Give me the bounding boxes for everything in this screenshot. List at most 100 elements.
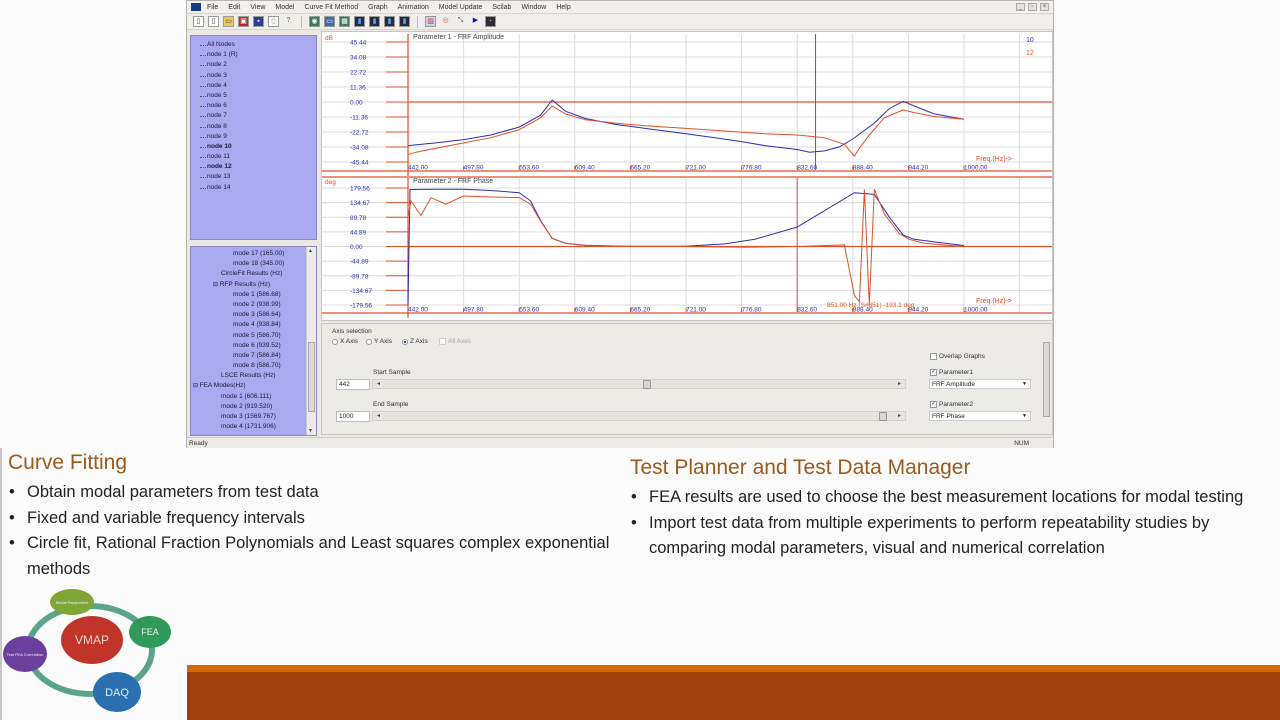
collapse-icon[interactable]: ⊟ xyxy=(213,282,220,288)
results-tree-item[interactable]: mode 4 (938.84) xyxy=(191,320,284,330)
results-tree-item[interactable]: mode 2 (938.99) xyxy=(191,300,284,310)
chart-title: Parameter 1 - FRF Amplitude xyxy=(413,34,504,41)
results-tree-item[interactable]: mode 17 (165.00) xyxy=(191,249,284,259)
tree-item-node[interactable]: node 14 xyxy=(197,183,316,193)
parameter2-checkbox[interactable]: ✓ Parameter2 xyxy=(930,401,973,408)
tree-item-node[interactable]: node 9 xyxy=(197,132,316,142)
results-tree-item[interactable]: mode 7 (586.84) xyxy=(191,351,284,361)
play-icon[interactable]: ▶ xyxy=(470,16,481,27)
results-tree-item[interactable]: mode 18 (345.00) xyxy=(191,259,284,269)
results-tree-item[interactable]: ⊟ FEA Modes(Hz) xyxy=(191,381,284,391)
results-tree-item[interactable]: mode 3 (586.64) xyxy=(191,310,284,320)
tree-item-all-nodes[interactable]: All Nodes xyxy=(197,40,316,50)
tree-item-node[interactable]: node 13 xyxy=(197,172,316,182)
results-tree-item[interactable]: LSCE Results (Hz) xyxy=(191,371,284,381)
menu-scilab[interactable]: Scilab xyxy=(492,4,511,11)
y-tick-label: -11.36 xyxy=(350,115,368,122)
open-folder-icon[interactable]: ▭ xyxy=(223,16,234,27)
x-axis-radio[interactable]: X Axis xyxy=(332,338,358,345)
view-icon[interactable]: ◉ xyxy=(309,16,320,27)
record-icon[interactable]: • xyxy=(485,16,496,27)
tree-item-node[interactable]: node 12 xyxy=(197,162,316,172)
fit-icon[interactable]: ⤡ xyxy=(455,16,466,27)
print-icon[interactable]: ⎙ xyxy=(268,16,279,27)
model-icon[interactable]: ▣ xyxy=(238,16,249,27)
results-tree-label: mode 18 (345.00) xyxy=(233,260,285,268)
results-tree-label: mode 4 (1731.906) xyxy=(221,423,276,431)
status-bar: Ready NUM xyxy=(187,437,1053,448)
scrollbar-thumb[interactable] xyxy=(1043,342,1050,417)
results-tree-item[interactable]: mode 3 (1569.767) xyxy=(191,412,284,422)
save-icon[interactable]: ▪ xyxy=(253,16,264,27)
results-tree-item[interactable]: mode 1 (586.68) xyxy=(191,290,284,300)
tree-item-node[interactable]: node 7 xyxy=(197,111,316,121)
results-tree-item[interactable]: mode 6 (939.52) xyxy=(191,341,284,351)
tree-item-node[interactable]: node 8 xyxy=(197,122,316,132)
slider-thumb[interactable] xyxy=(879,412,887,421)
copy-icon[interactable]: ▯ xyxy=(208,16,219,27)
menu-help[interactable]: Help xyxy=(556,4,570,11)
results-tree-label: mode 5 (586.70) xyxy=(233,331,281,339)
grid-icon[interactable]: ▦ xyxy=(339,16,350,27)
end-sample-input[interactable]: 1000 xyxy=(336,411,370,422)
scroll-down-icon[interactable]: ▼ xyxy=(308,428,313,434)
close-icon[interactable]: × xyxy=(1040,3,1049,11)
scrollbar-thumb[interactable] xyxy=(308,342,315,412)
menu-model[interactable]: Model xyxy=(275,4,294,11)
results-tree-item[interactable]: CircleFit Results (Hz) xyxy=(191,269,284,279)
chart-icon[interactable]: ▮ xyxy=(369,16,380,27)
menu-model-update[interactable]: Model Update xyxy=(439,4,483,11)
target-icon[interactable]: ◎ xyxy=(440,16,451,27)
window-icon[interactable]: ▭ xyxy=(324,16,335,27)
parameter1-dropdown[interactable]: FRF Amplitude ▼ xyxy=(929,379,1031,389)
tree-item-node[interactable]: node 10 xyxy=(197,142,316,152)
x-axis-label: Freq.(Hz)-> xyxy=(976,298,1012,305)
tree-item-node[interactable]: node 3 xyxy=(197,71,316,81)
results-tree-item[interactable]: mode 5 (586.70) xyxy=(191,331,284,341)
results-tree-item[interactable]: mode 2 (919.520) xyxy=(191,402,284,412)
tree-item-node[interactable]: node 1 (R) xyxy=(197,50,316,60)
menu-file[interactable]: File xyxy=(207,4,218,11)
restore-icon[interactable]: ▫ xyxy=(1028,3,1037,11)
chart-icon[interactable]: ▮ xyxy=(354,16,365,27)
curve-fitting-title: Curve Fitting xyxy=(8,451,128,474)
menu-animation[interactable]: Animation xyxy=(398,4,429,11)
results-tree-item[interactable]: mode 8 (586.70) xyxy=(191,361,284,371)
chart-icon[interactable]: ▮ xyxy=(384,16,395,27)
menu-edit[interactable]: Edit xyxy=(228,4,240,11)
results-tree-scrollbar[interactable]: ▲ ▼ xyxy=(306,247,316,435)
y-tick-label: 179.56 xyxy=(350,186,370,193)
menu-window[interactable]: Window xyxy=(521,4,546,11)
tree-item-node[interactable]: node 5 xyxy=(197,91,316,101)
chart-icon[interactable]: ▮ xyxy=(399,16,410,27)
end-sample-slider[interactable]: ◂ ▸ xyxy=(372,411,906,421)
axis-panel-scrollbar[interactable] xyxy=(1043,330,1051,428)
menu-view[interactable]: View xyxy=(250,4,265,11)
tree-item-node[interactable]: node 11 xyxy=(197,152,316,162)
start-sample-input[interactable]: 442 xyxy=(336,379,370,390)
tree-item-node[interactable]: node 2 xyxy=(197,60,316,70)
collapse-icon[interactable]: ⊟ xyxy=(193,383,200,389)
tree-item-node[interactable]: node 4 xyxy=(197,81,316,91)
overlap-graphs-checkbox[interactable]: Overlap Graphs xyxy=(930,353,985,360)
all-axes-checkbox[interactable]: All Axes xyxy=(439,338,471,345)
minimize-icon[interactable]: _ xyxy=(1016,3,1025,11)
scroll-up-icon[interactable]: ▲ xyxy=(308,248,313,254)
new-file-icon[interactable]: ▯ xyxy=(193,16,204,27)
image-icon[interactable]: ▨ xyxy=(425,16,436,27)
slider-thumb[interactable] xyxy=(642,380,651,389)
results-tree-item[interactable]: mode 1 (606.111) xyxy=(191,392,284,402)
help-icon[interactable]: ? xyxy=(283,16,294,27)
start-sample-slider[interactable]: ◂ ▸ xyxy=(372,379,906,389)
results-tree-item[interactable]: mode 4 (1731.906) xyxy=(191,422,284,432)
parameter2-dropdown[interactable]: FRF Phase ▼ xyxy=(929,411,1031,421)
results-tree-label: mode 4 (938.84) xyxy=(233,321,281,329)
menu-graph[interactable]: Graph xyxy=(368,4,387,11)
menu-curve-fit-method[interactable]: Curve Fit Method xyxy=(304,4,358,11)
start-sample-label: Start Sample xyxy=(373,369,411,376)
parameter1-checkbox[interactable]: ✓ Parameter1 xyxy=(930,369,973,376)
y-axis-radio[interactable]: Y Axis xyxy=(366,338,392,345)
z-axis-radio[interactable]: Z Axis xyxy=(402,338,428,345)
results-tree-item[interactable]: ⊟ RFP Results (Hz) xyxy=(191,280,284,290)
tree-item-node[interactable]: node 6 xyxy=(197,101,316,111)
